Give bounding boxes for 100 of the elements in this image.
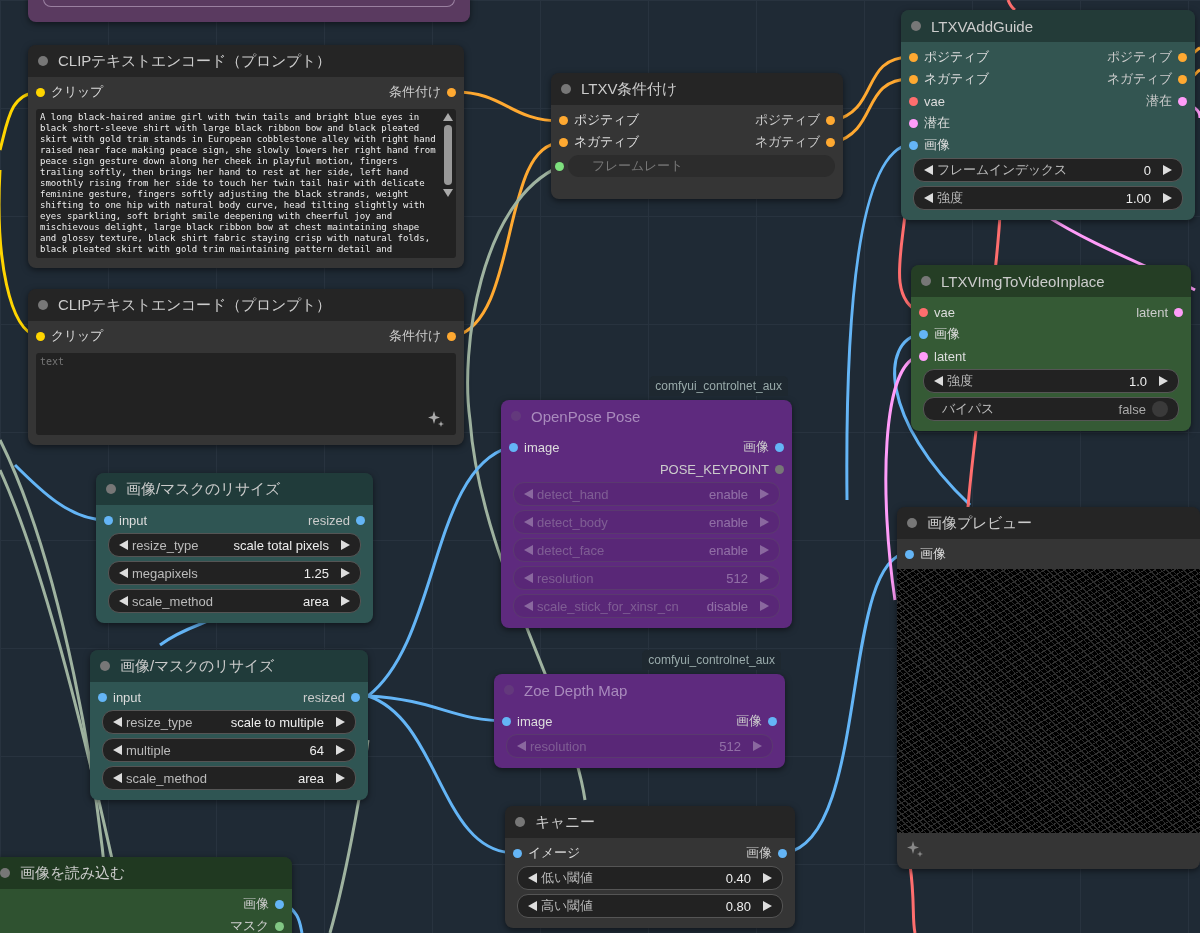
node-card[interactable] — [28, 45, 464, 268]
arrow-right-icon[interactable] — [336, 717, 345, 727]
output-slot-dot[interactable] — [826, 115, 835, 125]
input-slot-dot[interactable] — [909, 140, 918, 150]
arrow-left-icon[interactable] — [924, 165, 933, 175]
input-slot-dot[interactable] — [509, 442, 518, 452]
arrow-right-icon[interactable] — [341, 596, 350, 606]
input-slot-dot[interactable] — [555, 161, 564, 171]
node-header[interactable]: キャニー — [505, 806, 795, 838]
arrow-right-icon[interactable] — [1163, 165, 1172, 175]
collapse-dot-icon[interactable] — [38, 300, 48, 310]
prompt-text-field[interactable]: A long black-haired anime girl with twin tails and bright blue eyes in black short-sleeve shirt with large black ribbon bow and black pleated skirt with gold trim stands in European cobblestone alley with right hand raised near face making peace sign, she slowly lowers her right hand from peace sign gesture down along her cheek in playful motion, fingers trailing softly, then brings her hand to rest at her side, left hand smoothly rising from her side to touch her twin tail hair with delicate feminine gesture, fingers softly adjusting the black strands, weight shifting to one hip with natural body curve, head tilting slightly with eyes sparkling, soft bright smile deepening with cheerful joy and mischievous delight, large black ribbon bow at chest maintaining shape and glossy texture, black shirt fabric staying crisp with natural folds, black pleated skirt with gold trim maintaining pattern detail and — [36, 109, 456, 258]
output-slot-dot[interactable] — [447, 331, 456, 341]
collapse-dot-icon[interactable] — [106, 484, 116, 494]
output-slot-dot[interactable] — [778, 848, 787, 858]
output-slot-dot[interactable] — [775, 464, 784, 474]
node-header[interactable]: 画像/マスクのリサイズ — [90, 650, 368, 682]
node-header[interactable]: CLIPテキストエンコード（プロンプト） — [28, 289, 464, 321]
node-card[interactable]: LTXV条件付け ポジティブ ポジティブ ネガティブ ネガティブ フレームレート — [551, 73, 843, 199]
output-slot-dot[interactable] — [768, 716, 777, 726]
collapse-dot-icon[interactable] — [0, 868, 10, 878]
output-slot-dot[interactable] — [351, 692, 360, 702]
arrow-left-icon[interactable] — [528, 873, 537, 883]
output-slot-dot[interactable] — [1174, 307, 1183, 317]
output-slot-dot[interactable] — [356, 515, 365, 525]
node-card[interactable]: 画像/マスクのリサイズ input resized resize_type scale to multiple multiple 64 scale_method area — [90, 650, 368, 800]
arrow-right-icon[interactable] — [1163, 193, 1172, 203]
arrow-left-icon[interactable] — [113, 773, 122, 783]
node-card[interactable]: 画像/マスクのリサイズ input resized resize_type scale total pixels megapixels 1.25 scale_method area — [96, 473, 373, 623]
output-slot-dot[interactable] — [1178, 74, 1187, 84]
input-slot-dot[interactable] — [104, 515, 113, 525]
input-slot-dot[interactable] — [513, 848, 522, 858]
input-slot-dot[interactable] — [36, 331, 45, 341]
arrow-right-icon[interactable] — [763, 873, 772, 883]
arrow-left-icon[interactable] — [934, 376, 943, 386]
node-header[interactable]: LTXVAddGuide — [901, 10, 1195, 42]
output-slot-dot[interactable] — [447, 87, 456, 97]
value-widget[interactable]: 高い閾値 0.80 — [517, 894, 783, 918]
collapse-dot-icon[interactable] — [911, 21, 921, 31]
input-slot-dot[interactable] — [909, 52, 918, 62]
input-slot-dot[interactable] — [919, 329, 928, 339]
output-slot-dot[interactable] — [1178, 52, 1187, 62]
toggle-knob-icon[interactable] — [1152, 401, 1168, 417]
node-card[interactable]: CLIPテキストエンコード（プロンプト） クリップ 条件付け text — [28, 289, 464, 445]
value-widget[interactable]: resize_type scale total pixels — [108, 533, 361, 557]
output-slot-dot[interactable] — [1178, 96, 1187, 106]
input-slot-dot[interactable] — [905, 549, 914, 559]
value-widget[interactable]: scale_method area — [108, 589, 361, 613]
toggle-widget[interactable]: バイパス false — [923, 397, 1179, 421]
arrow-left-icon[interactable] — [119, 540, 128, 550]
value-widget[interactable]: scale_method area — [102, 766, 356, 790]
value-widget[interactable]: megapixels 1.25 — [108, 561, 361, 585]
node-card[interactable]: 画像を読み込む 画像 マスク — [0, 857, 292, 933]
arrow-left-icon[interactable] — [113, 717, 122, 727]
node-header[interactable]: LTXV条件付け — [551, 73, 843, 105]
input-slot-dot[interactable] — [502, 716, 511, 726]
output-slot-dot[interactable] — [775, 442, 784, 452]
arrow-right-icon[interactable] — [336, 745, 345, 755]
node-header[interactable]: CLIPテキストエンコード（プロンプト） — [28, 45, 464, 77]
value-widget[interactable]: multiple 64 — [102, 738, 356, 762]
input-slot-dot[interactable] — [919, 351, 928, 361]
output-slot-dot[interactable] — [275, 921, 284, 931]
value-widget[interactable]: 強度 1.00 — [913, 186, 1183, 210]
collapse-dot-icon[interactable] — [907, 518, 917, 528]
input-slot-dot[interactable] — [559, 115, 568, 125]
collapse-dot-icon[interactable] — [100, 661, 110, 671]
arrow-left-icon[interactable] — [113, 745, 122, 755]
arrow-right-icon[interactable] — [763, 901, 772, 911]
input-slot-dot[interactable] — [98, 692, 107, 702]
input-slot-dot[interactable] — [919, 307, 928, 317]
arrow-right-icon[interactable] — [336, 773, 345, 783]
scroll-down-icon[interactable] — [443, 189, 453, 197]
arrow-left-icon[interactable] — [528, 901, 537, 911]
node-header[interactable]: 画像/マスクのリサイズ — [96, 473, 373, 505]
node-header[interactable]: 画像を読み込む — [0, 857, 292, 889]
collapse-dot-icon[interactable] — [921, 276, 931, 286]
value-widget[interactable]: resize_type scale to multiple — [102, 710, 356, 734]
input-slot-dot[interactable] — [36, 87, 45, 97]
arrow-right-icon[interactable] — [1159, 376, 1168, 386]
arrow-left-icon[interactable] — [119, 596, 128, 606]
arrow-left-icon[interactable] — [119, 568, 128, 578]
input-slot-dot[interactable] — [909, 74, 918, 84]
output-slot-dot[interactable] — [826, 137, 835, 147]
arrow-left-icon[interactable] — [924, 193, 933, 203]
node-header[interactable]: LTXVImgToVideoInplace — [911, 265, 1191, 297]
collapse-dot-icon[interactable] — [561, 84, 571, 94]
scroll-up-icon[interactable] — [443, 113, 453, 121]
collapse-dot-icon[interactable] — [38, 56, 48, 66]
node-card[interactable]: キャニー イメージ 画像 低い閾値 0.40 高い閾値 0.80 — [505, 806, 795, 928]
node-card[interactable]: LTXVImgToVideoInplace vae latent 画像 latent 強度 1.0 バイパス false — [911, 265, 1191, 431]
input-slot-dot[interactable] — [909, 96, 918, 106]
output-slot-dot[interactable] — [275, 899, 284, 909]
node-card[interactable]: 画像プレビュー 画像 — [897, 507, 1200, 869]
value-widget[interactable]: 低い閾値 0.40 — [517, 866, 783, 890]
value-widget[interactable]: フレームインデックス 0 — [913, 158, 1183, 182]
prompt-text-field[interactable]: text — [36, 353, 456, 435]
value-widget[interactable]: 強度 1.0 — [923, 369, 1179, 393]
arrow-right-icon[interactable] — [341, 540, 350, 550]
node-card[interactable]: LTXVAddGuide ポジティブ ポジティブ ネガティブ ネガティブ vae 潜在 潜在 画像 フレームインデックス 0 強度 1.00 — [901, 10, 1195, 220]
input-slot-dot[interactable] — [909, 118, 918, 128]
